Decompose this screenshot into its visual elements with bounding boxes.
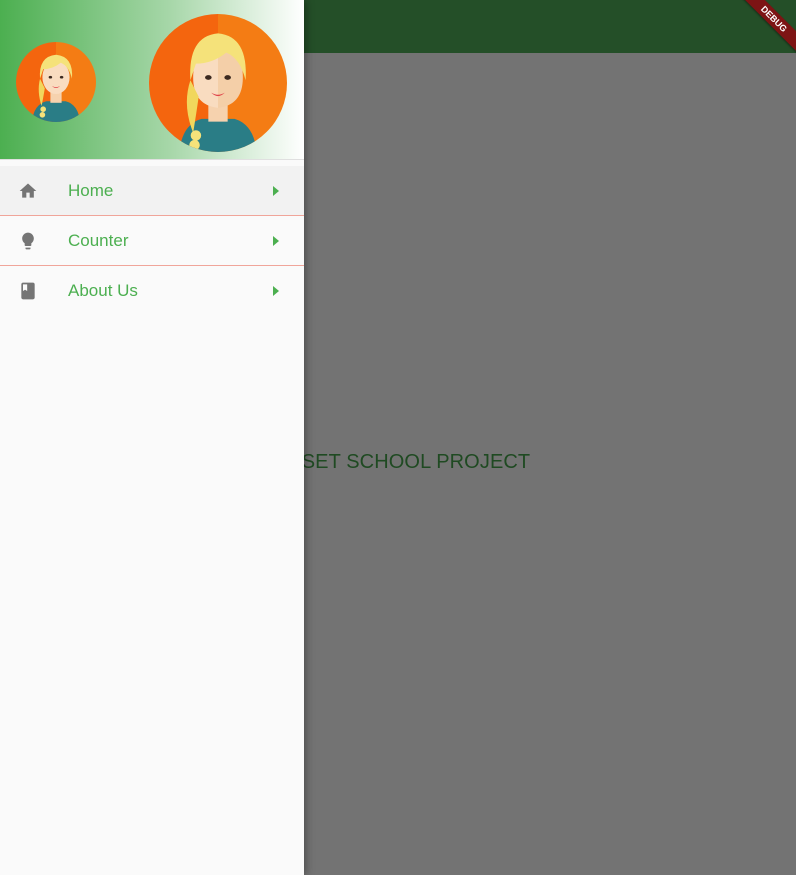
drawer-header [0, 0, 304, 160]
drawer-item-counter[interactable]: Counter [0, 216, 304, 266]
account-avatar-small[interactable] [16, 42, 96, 122]
arrow-right-icon [273, 235, 279, 246]
drawer-item-home[interactable]: Home [0, 166, 304, 216]
home-icon [18, 181, 38, 201]
drawer-item-label: Counter [68, 230, 129, 250]
drawer-item-about-us[interactable]: About Us [0, 266, 304, 315]
drawer-item-label: About Us [68, 280, 138, 300]
navigation-drawer: Home Counter About Us [0, 0, 304, 875]
account-avatar-large[interactable] [149, 14, 287, 152]
drawer-menu: Home Counter About Us [0, 166, 304, 315]
drawer-item-label: Home [68, 180, 114, 200]
book-icon [18, 281, 38, 301]
lightbulb-icon [18, 231, 38, 251]
app-root: SET SCHOOL PROJECT DEBUG Home Counter Ab… [0, 0, 796, 875]
arrow-right-icon [273, 185, 279, 196]
arrow-right-icon [273, 285, 279, 296]
